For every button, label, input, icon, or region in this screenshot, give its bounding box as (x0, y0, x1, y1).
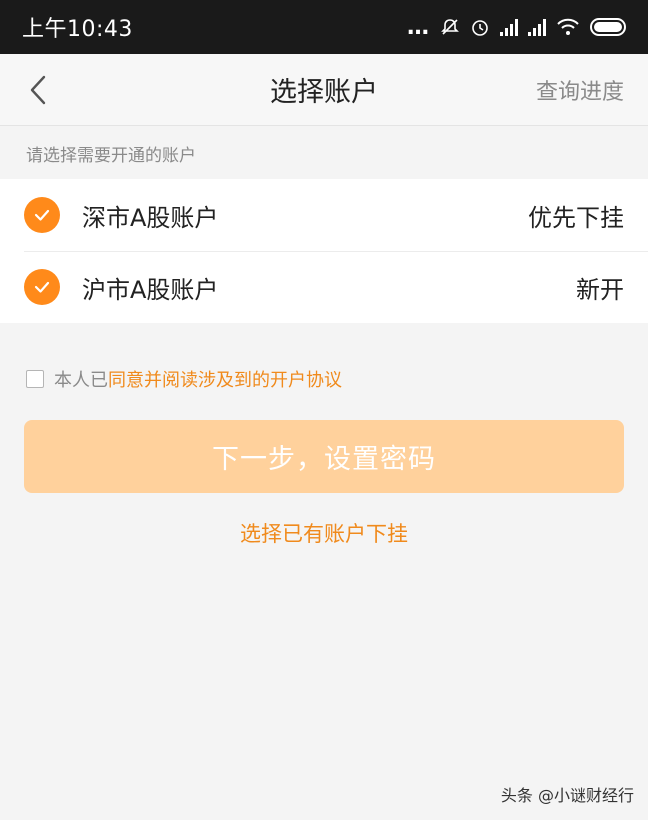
battery-icon (590, 18, 626, 36)
account-row-shenzhen[interactable]: 深市A股账户 优先下挂 (0, 179, 648, 251)
query-progress-link[interactable]: 查询进度 (536, 54, 624, 126)
account-list: 深市A股账户 优先下挂 沪市A股账户 新开 (0, 179, 648, 323)
agreement-checkbox[interactable] (26, 370, 44, 388)
checkmark-icon[interactable] (24, 197, 60, 233)
status-bar: 上午10:43 … (0, 0, 648, 54)
agreement-prefix: 本人已 (54, 370, 108, 391)
mute-icon (441, 19, 459, 35)
account-name: 沪市A股账户 (82, 275, 219, 304)
select-existing-account-link[interactable]: 选择已有账户下挂 (0, 518, 648, 548)
wifi-icon (557, 18, 579, 35)
account-row-shanghai[interactable]: 沪市A股账户 新开 (0, 251, 648, 323)
watermark: 头条 @小谜财经行 (500, 786, 634, 805)
next-step-button[interactable]: 下一步，设置密码 (24, 420, 624, 493)
account-status: 新开 (576, 275, 624, 304)
more-dots-icon: … (407, 14, 430, 40)
nav-bar: 选择账户 查询进度 (0, 54, 648, 126)
status-icons: … (407, 15, 626, 40)
page-title: 选择账户 (270, 77, 378, 108)
signal-icon (528, 18, 546, 36)
signal-icon (500, 18, 518, 36)
checkmark-icon[interactable] (24, 269, 60, 305)
alarm-icon (472, 20, 488, 36)
chevron-left-icon (30, 75, 46, 105)
section-hint: 请选择需要开通的账户 (26, 146, 196, 166)
status-time: 上午10:43 (22, 17, 133, 42)
account-name: 深市A股账户 (82, 203, 219, 232)
agreement-row: 本人已 同意并阅读涉及到的开户协议 (26, 366, 342, 392)
account-status: 优先下挂 (528, 203, 624, 232)
agreement-link[interactable]: 同意并阅读涉及到的开户协议 (108, 366, 342, 392)
back-button[interactable] (18, 68, 58, 112)
